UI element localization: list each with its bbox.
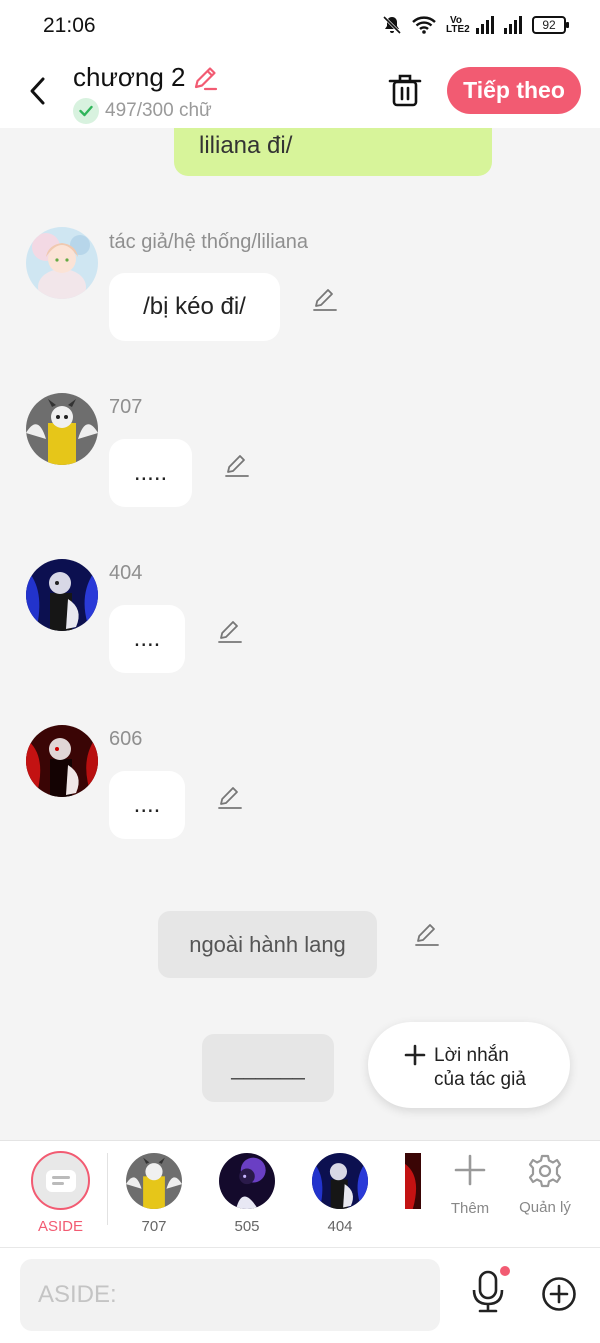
character-name: 404 [109, 562, 143, 584]
chapter-title-group[interactable]: chương 2 [73, 62, 218, 93]
status-icons: Vo LTE2 92 [382, 15, 569, 35]
self-message-text: liliana đi/ [199, 132, 293, 159]
404-avatar[interactable] [26, 559, 98, 631]
volte-indicator: Vo LTE2 [446, 15, 470, 35]
character-404-label: 404 [327, 1218, 353, 1235]
add-label: Thêm [450, 1200, 490, 1217]
add-icon [454, 1154, 486, 1186]
trash-icon[interactable] [388, 72, 422, 108]
add-circle-icon[interactable] [541, 1276, 577, 1312]
chat-area[interactable]: liliana đi/ tác giả/hệ thống/liliana /bị… [0, 128, 600, 1140]
aside-bubble[interactable]: ______ [202, 1034, 334, 1102]
self-message-bubble[interactable]: liliana đi/ [174, 128, 492, 176]
character-505-label: 505 [234, 1218, 260, 1235]
message-bubble[interactable]: /bị kéo đi/ [109, 273, 280, 341]
microphone-icon[interactable] [470, 1270, 506, 1314]
add-character-button[interactable]: Thêm [434, 1153, 506, 1217]
author-note-button[interactable]: Lời nhắn của tác giả [368, 1022, 570, 1108]
chapter-title: chương 2 [73, 62, 186, 92]
edit-title-icon[interactable] [192, 65, 218, 91]
aside-selector[interactable] [31, 1151, 90, 1210]
message-text: .... [133, 791, 161, 818]
author-note-line2: của tác giả [434, 1069, 526, 1090]
character-name: 707 [109, 396, 143, 418]
character-707-label: 707 [141, 1218, 167, 1235]
character-404-selector[interactable] [312, 1153, 368, 1209]
message-bubble[interactable]: ..... [109, 439, 192, 507]
edit-message-icon[interactable] [216, 617, 244, 645]
signal-1-icon [476, 16, 494, 34]
narration-bubble[interactable]: ngoài hành lang [158, 911, 377, 978]
status-time: 21:06 [43, 14, 96, 37]
message-input-bar [0, 1248, 600, 1343]
plus-icon [404, 1044, 426, 1066]
chapter-header: chương 2 497/300 chữ Tiếp theo [0, 56, 600, 128]
gear-icon [528, 1154, 562, 1188]
character-606-selector-partial[interactable] [405, 1153, 421, 1209]
message-text: /bị kéo đi/ [143, 293, 246, 320]
next-button[interactable]: Tiếp theo [447, 67, 581, 114]
divider [107, 1153, 108, 1225]
aside-text: ______ [231, 1055, 305, 1080]
message-text: .... [133, 625, 161, 652]
status-bar: 21:06 Vo LTE2 92 [0, 0, 600, 56]
message-bubble[interactable]: .... [109, 605, 185, 673]
author-note-label: Lời nhắn của tác giả [434, 1044, 526, 1092]
battery-icon: 92 [532, 16, 569, 34]
aside-icon [45, 1169, 76, 1192]
check-icon [73, 98, 99, 124]
word-count: 497/300 chữ [105, 100, 212, 121]
word-count-row: 497/300 chữ [73, 98, 212, 124]
message-bubble[interactable]: .... [109, 771, 185, 839]
back-arrow-icon[interactable] [24, 74, 52, 108]
edit-message-icon[interactable] [216, 783, 244, 811]
edit-message-icon[interactable] [413, 920, 441, 948]
606-avatar[interactable] [26, 725, 98, 797]
author-note-line1: Lời nhắn [434, 1045, 509, 1066]
character-name: tác giả/hệ thống/liliana [109, 231, 309, 253]
character-505-selector[interactable] [219, 1153, 275, 1209]
mute-notification-icon [382, 15, 402, 35]
aside-input[interactable] [20, 1259, 440, 1331]
liliana-avatar[interactable] [26, 227, 98, 299]
manage-characters-button[interactable]: Quản lý [509, 1153, 581, 1216]
signal-2-icon [504, 16, 522, 34]
message-text: ..... [133, 459, 168, 486]
manage-label: Quản lý [519, 1199, 571, 1216]
aside-label: ASIDE [38, 1218, 84, 1235]
edit-message-icon[interactable] [311, 285, 339, 313]
character-name: 606 [109, 728, 143, 750]
recording-dot [500, 1266, 510, 1276]
wifi-icon [412, 16, 436, 34]
narration-text: ngoài hành lang [189, 931, 346, 957]
707-avatar[interactable] [26, 393, 98, 465]
character-selector-bar: ASIDE 707 505 404 Thêm Quản lý [0, 1140, 600, 1248]
edit-message-icon[interactable] [223, 451, 251, 479]
character-707-selector[interactable] [126, 1153, 182, 1209]
